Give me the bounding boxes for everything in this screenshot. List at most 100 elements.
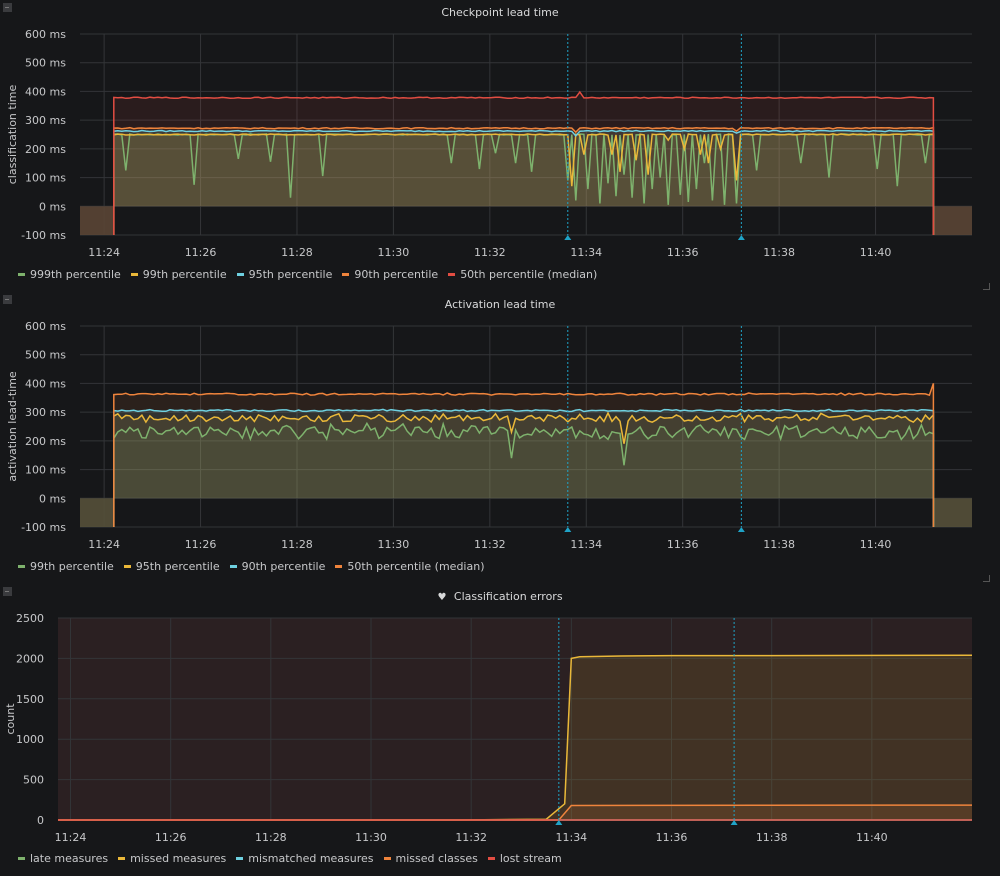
legend-item[interactable]: 99th percentile <box>18 560 114 573</box>
legend-item[interactable]: 90th percentile <box>229 560 326 573</box>
y-tick-label: 100 ms <box>25 172 66 185</box>
x-tick-label: 11:28 <box>281 538 313 551</box>
legend-label: 90th percentile <box>241 560 326 573</box>
legend-swatch <box>229 565 237 568</box>
legend-label: mismatched measures <box>248 852 374 865</box>
legend: 99th percentile 95th percentile 90th perce… <box>18 560 485 573</box>
y-tick-label: 0 <box>37 814 44 827</box>
y-axis-label: classification time <box>6 85 19 185</box>
legend-item[interactable]: lost stream <box>487 852 562 865</box>
x-tick-label: 11:38 <box>763 246 795 259</box>
legend-item[interactable]: missed classes <box>383 852 478 865</box>
x-tick-label: 11:36 <box>656 831 688 844</box>
x-tick-label: 11:34 <box>570 246 602 259</box>
legend-label: 90th percentile <box>354 268 439 281</box>
chart-checkpoint-lead-time: -100 ms 0 ms 100 ms 200 ms 300 ms 400 ms 500 m… <box>6 28 972 259</box>
y-tick-label: 400 ms <box>25 85 66 98</box>
legend-label: 99th percentile <box>30 560 114 573</box>
panel-classification-errors: ♥ Classification errors 0 500 1000 1500 2000… <box>0 584 1000 876</box>
x-tick-label: 11:34 <box>570 538 602 551</box>
legend-label: 99th percentile <box>142 268 227 281</box>
legend-item[interactable]: 999th percentile <box>18 268 121 281</box>
annotation-marker <box>564 527 572 532</box>
x-tick-label: 11:32 <box>474 246 506 259</box>
resize-handle[interactable] <box>983 575 990 582</box>
x-tick-label: 11:36 <box>667 246 699 259</box>
legend-swatch <box>123 565 131 568</box>
chart-activation-lead-time: -100 ms 0 ms 100 ms 200 ms 300 ms 400 ms 500 m… <box>6 320 972 551</box>
x-tick-label: 11:34 <box>555 831 587 844</box>
x-tick-label: 11:38 <box>756 831 788 844</box>
legend-item[interactable]: late measures <box>18 852 108 865</box>
y-tick-label: 600 ms <box>25 28 66 41</box>
panel-checkpoint-lead-time: Checkpoint lead time -100 ms 0 ms 100 ms 20… <box>0 0 1000 292</box>
legend-item[interactable]: missed measures <box>118 852 226 865</box>
x-tick-label: 11:36 <box>667 538 699 551</box>
legend-swatch <box>118 857 126 860</box>
y-tick-label: 300 ms <box>25 406 66 419</box>
legend-item[interactable]: mismatched measures <box>236 852 374 865</box>
legend-label: 95th percentile <box>135 560 220 573</box>
x-tick-label: 11:32 <box>455 831 487 844</box>
y-tick-label: 400 ms <box>25 377 66 390</box>
x-tick-label: 11:40 <box>856 831 888 844</box>
y-tick-label: 200 ms <box>25 435 66 448</box>
legend-item[interactable]: 50th percentile (median) <box>448 268 597 281</box>
y-tick-label: -100 ms <box>21 229 66 242</box>
y-tick-label: 500 ms <box>25 57 66 70</box>
x-tick-label: 11:38 <box>763 538 795 551</box>
x-tick-label: 11:24 <box>88 246 120 259</box>
legend-label: 50th percentile (median) <box>347 560 485 573</box>
y-tick-label: 100 ms <box>25 464 66 477</box>
area-fill <box>933 498 972 527</box>
y-tick-label: 2000 <box>16 652 44 665</box>
legend-swatch <box>487 857 495 860</box>
x-tick-label: 11:40 <box>860 538 892 551</box>
legend-label: lost stream <box>499 852 562 865</box>
legend-swatch <box>335 565 343 568</box>
legend-item[interactable]: 50th percentile (median) <box>335 560 485 573</box>
y-tick-label: 500 ms <box>25 349 66 362</box>
legend: 999th percentile 99th percentile 95th perc… <box>18 268 597 281</box>
y-axis-label: count <box>4 703 17 735</box>
x-tick-label: 11:28 <box>281 246 313 259</box>
x-tick-label: 11:30 <box>378 538 410 551</box>
x-tick-label: 11:26 <box>185 246 217 259</box>
x-tick-label: 11:32 <box>474 538 506 551</box>
legend-swatch <box>236 857 244 860</box>
x-tick-label: 11:24 <box>88 538 120 551</box>
series-fill <box>113 423 934 527</box>
legend: late measures missed measures mismatched m… <box>18 852 562 865</box>
x-tick-label: 11:26 <box>185 538 217 551</box>
x-tick-label: 11:28 <box>255 831 287 844</box>
legend-item[interactable]: 99th percentile <box>130 268 227 281</box>
chart-classification-errors: 0 500 1000 1500 2000 2500 11:24 11:26 11:28 11:30… <box>4 612 973 844</box>
y-tick-label: 1500 <box>16 693 44 706</box>
y-tick-label: 0 ms <box>39 492 66 505</box>
legend-swatch <box>448 273 456 276</box>
resize-handle[interactable] <box>983 283 990 290</box>
legend-swatch <box>342 273 350 276</box>
annotation-marker <box>564 235 572 240</box>
y-tick-label: 0 ms <box>39 200 66 213</box>
legend-item[interactable]: 90th percentile <box>342 268 438 281</box>
legend-label: 95th percentile <box>248 268 333 281</box>
y-tick-label: 600 ms <box>25 320 66 333</box>
y-tick-label: 300 ms <box>25 114 66 127</box>
legend-item[interactable]: 95th percentile <box>236 268 333 281</box>
legend-item[interactable]: 95th percentile <box>123 560 220 573</box>
y-tick-label: 200 ms <box>25 143 66 156</box>
annotation-marker <box>737 235 745 240</box>
legend-swatch <box>130 273 138 276</box>
legend-label: 999th percentile <box>30 268 121 281</box>
x-tick-label: 11:30 <box>378 246 410 259</box>
legend-swatch <box>18 857 25 860</box>
area-fill <box>80 498 114 527</box>
area-fill <box>80 206 114 235</box>
x-tick-label: 11:30 <box>355 831 387 844</box>
legend-label: missed measures <box>130 852 227 865</box>
x-tick-label: 11:26 <box>155 831 187 844</box>
y-tick-label: -100 ms <box>21 521 66 534</box>
x-tick-label: 11:24 <box>55 831 87 844</box>
area-fill <box>933 206 972 235</box>
